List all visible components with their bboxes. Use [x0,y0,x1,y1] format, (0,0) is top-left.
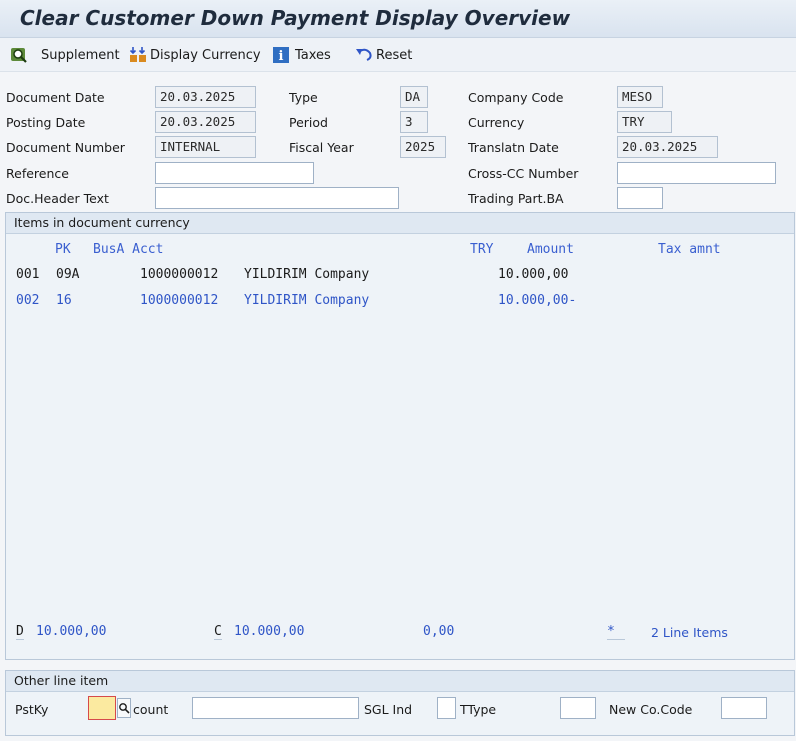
row-account: 1000000012 [140,293,219,308]
company-code-label: Company Code [468,90,564,105]
posting-date-label: Posting Date [6,115,86,130]
balance-value: 0,00 [423,624,455,639]
other-line-item-title: Other line item [6,671,794,692]
fiscal-year-label: Fiscal Year [289,140,354,155]
type-field[interactable]: DA [400,86,428,108]
row-amount: 10.000,00- [498,293,577,308]
row-account-name: YILDIRIM Company [244,293,370,308]
balance-status-indicator: * [607,624,625,640]
items-group-title: Items in document currency [6,213,794,234]
currency-label: Currency [468,115,525,130]
posting-date-field[interactable]: 20.03.2025 [155,111,256,133]
doc-header-text-field[interactable] [155,187,399,209]
column-amount: Amount [527,242,574,257]
document-date-label: Document Date [6,90,105,105]
trading-part-ba-field[interactable] [617,187,663,209]
period-field[interactable]: 3 [400,111,428,133]
transaction-type-input[interactable] [560,697,596,719]
reset-button[interactable]: Reset [354,43,412,67]
posting-key-label: PstKy [15,702,49,717]
row-account: 1000000012 [140,267,219,282]
row-number: 001 [16,267,40,282]
period-label: Period [289,115,328,130]
cross-cc-number-field[interactable] [617,162,776,184]
type-label: Type [289,90,318,105]
document-number-label: Document Number [6,140,125,155]
search-help-icon[interactable] [117,698,131,718]
credit-total: 10.000,00 [234,624,305,639]
row-number: 002 [16,293,40,308]
account-label: count [133,702,169,717]
column-pk: PK [55,242,71,257]
info-icon: i [272,46,290,64]
taxes-label: Taxes [295,47,331,63]
company-code-field[interactable]: MESO [617,86,663,108]
debit-indicator: D [16,624,24,640]
column-busa-acct: BusA Acct [93,242,164,257]
taxes-button[interactable]: i Taxes [272,43,331,67]
column-currency: TRY [470,242,494,257]
new-company-code-label: New Co.Code [609,702,693,717]
row-account-name: YILDIRIM Company [244,267,370,282]
row-posting-key: 09A [56,267,80,282]
posting-key-input[interactable] [88,696,116,720]
doc-header-text-label: Doc.Header Text [6,191,109,206]
currency-arrows-icon [128,46,148,64]
display-currency-button[interactable]: Display Currency [128,43,261,67]
translatn-date-field[interactable]: 20.03.2025 [617,136,718,158]
sgl-ind-input[interactable] [437,697,456,719]
display-currency-label: Display Currency [150,47,261,63]
account-input[interactable] [192,697,359,719]
document-date-field[interactable]: 20.03.2025 [155,86,256,108]
trading-part-ba-label: Trading Part.BA [468,191,564,206]
column-tax-amount: Tax amnt [658,242,721,257]
page-title: Clear Customer Down Payment Display Over… [20,6,571,30]
supplement-label: Supplement [41,47,120,63]
supplement-button[interactable]: Supplement [10,43,120,67]
reference-label: Reference [6,166,69,181]
transaction-type-label: TType [460,702,497,717]
document-number-field[interactable]: INTERNAL [155,136,256,158]
reference-field[interactable] [155,162,314,184]
cross-cc-number-label: Cross-CC Number [468,166,579,181]
row-amount: 10.000,00 [498,267,569,282]
fiscal-year-field[interactable]: 2025 [400,136,446,158]
sgl-ind-label: SGL Ind [364,702,413,717]
svg-text:i: i [279,49,284,64]
magnifier-icon [10,46,30,64]
reset-label: Reset [376,47,413,63]
debit-total: 10.000,00 [36,624,107,639]
line-items-count: 2 Line Items [651,625,728,640]
currency-field[interactable]: TRY [617,111,672,133]
new-company-code-input[interactable] [721,697,767,719]
table-row[interactable]: 002 16 1000000012 YILDIRIM Company 10.00… [16,290,716,312]
translatn-date-label: Translatn Date [468,140,559,155]
row-posting-key: 16 [56,293,72,308]
undo-icon [354,46,374,64]
credit-indicator: C [214,624,222,640]
table-row[interactable]: 001 09A 1000000012 YILDIRIM Company 10.0… [16,264,716,286]
